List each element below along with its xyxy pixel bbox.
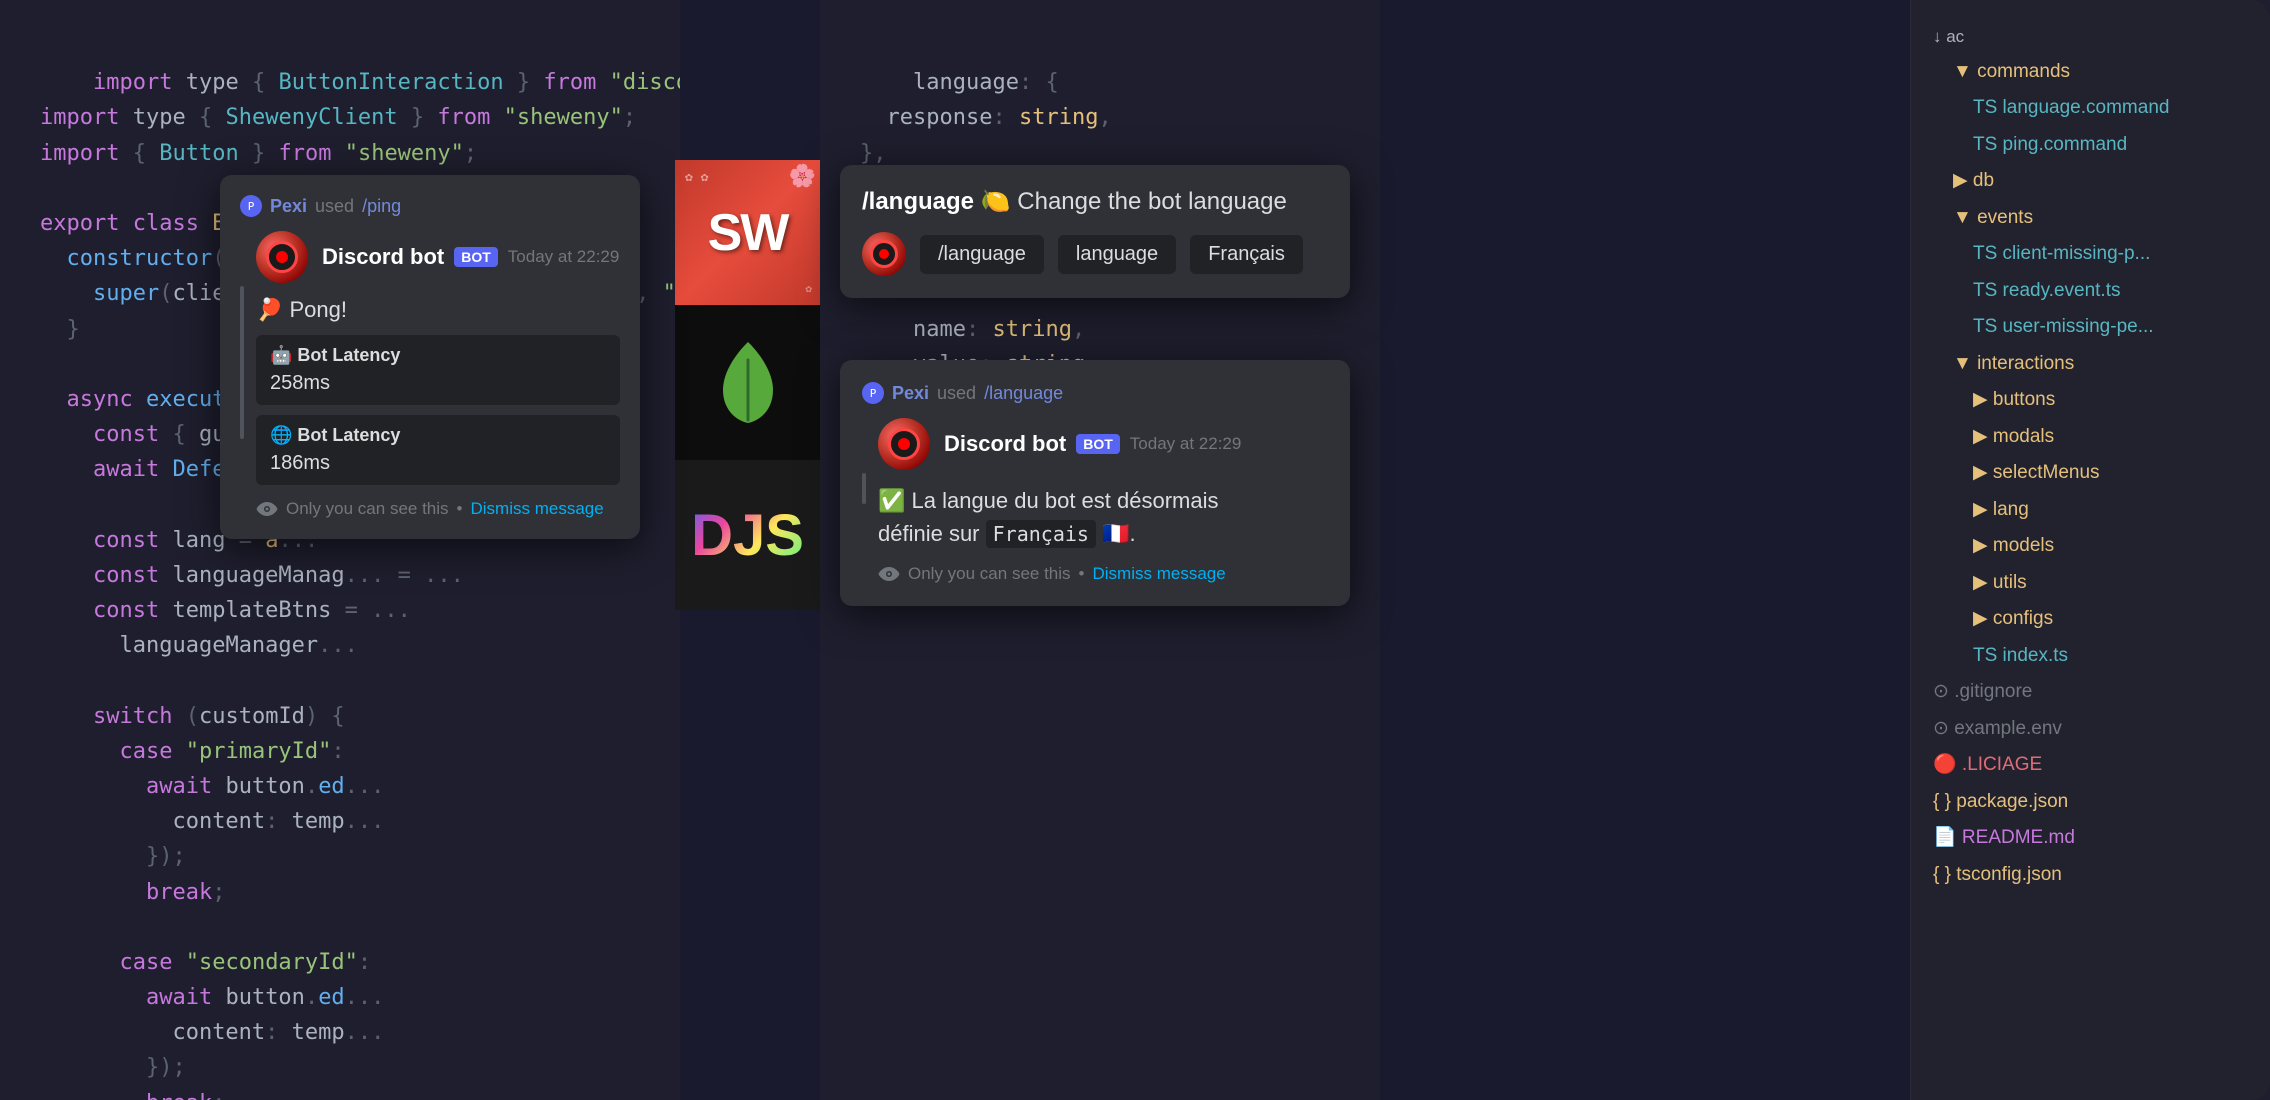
sidebar-item-models[interactable]: ▶ models — [1965, 528, 2256, 565]
lang-message-body: Discord bot BOT Today at 22:29 ✅ La lang… — [862, 418, 1328, 584]
lang-bot-header: Discord bot BOT Today at 22:29 — [878, 418, 1328, 470]
main-container: import type { ButtonInteraction } from "… — [0, 0, 2270, 1100]
sidebar-item-index-ts[interactable]: TS index.ts — [1965, 638, 2256, 675]
sidebar-item-licence[interactable]: 🔴 .LICIAGE — [1925, 747, 2256, 784]
sidebar-item-client-missing[interactable]: TS client-missing-p... — [1965, 236, 2256, 273]
sidebar-item-selectmenus[interactable]: ▶ selectMenus — [1965, 455, 2256, 492]
lang-ephemeral-text: Only you can see this — [908, 564, 1071, 584]
lang-used-command: P Pexi used /language — [862, 382, 1328, 404]
ping-used-command: P Pexi used /ping — [240, 195, 620, 217]
sidebar-item-configs[interactable]: ▶ configs — [1965, 601, 2256, 638]
lang-eye-icon — [878, 566, 900, 582]
language-slash-cmd: /language — [862, 188, 974, 215]
lang-ephemeral-footer: Only you can see this • Dismiss message — [878, 564, 1328, 584]
image-strip: 🌸 SW ✿ ✿ ✿ DJS — [675, 160, 820, 610]
lang-result-text: ✅ La langue du bot est désormais définie… — [878, 484, 1328, 550]
sw-text: SW — [708, 203, 788, 263]
lang-bot-avatar — [878, 418, 930, 470]
ping-command-name: /ping — [362, 196, 401, 217]
lang-separator: • — [1079, 564, 1085, 584]
sidebar-item-buttons[interactable]: ▶ buttons — [1965, 382, 2256, 419]
sidebar-item-readme[interactable]: 📄 README.md — [1925, 820, 2256, 857]
ping-field-2-name: 🌐 Bot Latency — [270, 425, 606, 446]
language-cmd-panel: /language 🍋 Change the bot language /lan… — [840, 165, 1350, 298]
language-bot-avatar-dot — [879, 249, 889, 259]
language-cmd-desc: Change the bot language — [1017, 188, 1287, 215]
sidebar-item-db[interactable]: ▶ db — [1945, 163, 2256, 200]
sidebar-item-ac: ↓ ac — [1925, 20, 2256, 54]
sidebar: ↓ ac ▼ commands TS language.command TS p… — [1910, 0, 2270, 1100]
language-field-value: Français — [1190, 235, 1303, 274]
ping-bot-name-row: Discord bot BOT Today at 22:29 — [322, 244, 619, 270]
lang-command-name: /language — [984, 383, 1063, 404]
language-cmd-fields: /language language Français — [862, 232, 1328, 276]
ping-dismiss-link[interactable]: Dismiss message — [470, 499, 603, 519]
ping-field-1-value: 258ms — [270, 372, 606, 395]
pong-text: 🏓 Pong! — [256, 297, 620, 323]
sidebar-item-modals[interactable]: ▶ modals — [1965, 419, 2256, 456]
ping-bot-time: Today at 22:29 — [508, 247, 620, 267]
djs-image: DJS — [675, 460, 820, 610]
pexi-avatar-small: P — [240, 195, 262, 217]
ping-field-1-name: 🤖 Bot Latency — [270, 345, 606, 366]
language-cmd-emoji: 🍋 — [981, 188, 1018, 215]
sidebar-item-example-env[interactable]: ⊙ example.env — [1925, 711, 2256, 748]
djs-text: DJS — [691, 502, 804, 569]
sidebar-item-utils[interactable]: ▶ utils — [1965, 565, 2256, 602]
ping-bot-avatar-dot — [276, 251, 288, 263]
lang-bot-avatar-dot — [898, 438, 910, 450]
ping-field-2-value: 186ms — [270, 452, 606, 475]
language-field-command: /language — [920, 235, 1044, 274]
ping-chat-panel: P Pexi used /ping Discord bot BOT Today … — [220, 175, 640, 539]
lang-username: Pexi — [892, 383, 929, 404]
sidebar-item-package-json[interactable]: { } package.json — [1925, 784, 2256, 821]
lang-bot-avatar-inner — [888, 428, 920, 460]
lang-code-value: Français — [986, 520, 1096, 548]
lang-bot-name: Discord bot — [944, 431, 1066, 457]
lang-dismiss-link[interactable]: Dismiss message — [1092, 564, 1225, 584]
language-cmd-header: /language 🍋 Change the bot language — [862, 187, 1328, 216]
ping-ephemeral-text: Only you can see this — [286, 499, 449, 519]
language-field-lang: language — [1058, 235, 1176, 274]
language-bot-avatar-inner — [870, 240, 898, 268]
ping-separator: • — [457, 499, 463, 519]
sidebar-item-ping-cmd[interactable]: TS ping.command — [1965, 127, 2256, 164]
sidebar-item-user-missing[interactable]: TS user-missing-pe... — [1965, 309, 2256, 346]
ping-eye-icon — [256, 501, 278, 517]
sidebar-item-commands[interactable]: ▼ commands — [1945, 54, 2256, 91]
ping-bot-name: Discord bot — [322, 244, 444, 270]
ping-bot-badge: BOT — [454, 247, 498, 267]
lang-slash-bar — [862, 473, 866, 504]
mongo-image — [675, 305, 820, 460]
lang-used-text: used — [937, 383, 976, 404]
ping-message-body: Discord bot BOT Today at 22:29 🏓 Pong! 🤖… — [240, 231, 620, 519]
code-panel-left: import type { ButtonInteraction } from "… — [0, 0, 680, 1100]
language-result-panel: P Pexi used /language Discord bot BOT To… — [840, 360, 1350, 606]
lang-flag: 🇫🇷 — [1102, 521, 1129, 546]
ping-ephemeral-footer: Only you can see this • Dismiss message — [256, 499, 620, 519]
mongo-leaf-icon — [718, 340, 778, 425]
sidebar-item-lang[interactable]: ▶ lang — [1965, 492, 2256, 529]
ping-field-1: 🤖 Bot Latency 258ms — [256, 335, 620, 405]
ping-bot-avatar — [256, 231, 308, 283]
language-bot-avatar — [862, 232, 906, 276]
lang-bot-name-row: Discord bot BOT Today at 22:29 — [944, 431, 1241, 457]
sidebar-item-tsconfig[interactable]: { } tsconfig.json — [1925, 857, 2256, 894]
ping-field-2: 🌐 Bot Latency 186ms — [256, 415, 620, 485]
sw-image: 🌸 SW ✿ ✿ ✿ — [675, 160, 820, 305]
lang-bot-badge: BOT — [1076, 434, 1120, 454]
sidebar-item-gitignore[interactable]: ⊙ .gitignore — [1925, 674, 2256, 711]
ping-username: Pexi — [270, 196, 307, 217]
sidebar-item-language-cmd[interactable]: TS language.command — [1965, 90, 2256, 127]
sidebar-item-events[interactable]: ▼ events — [1945, 200, 2256, 237]
lang-bot-time: Today at 22:29 — [1130, 434, 1242, 454]
ping-slash-bar — [240, 286, 244, 439]
sidebar-item-interactions[interactable]: ▼ interactions — [1945, 346, 2256, 383]
ping-used-text: used — [315, 196, 354, 217]
sidebar-item-ready-event[interactable]: TS ready.event.ts — [1965, 273, 2256, 310]
ping-bot-header: Discord bot BOT Today at 22:29 — [256, 231, 620, 283]
pexi-avatar-small-2: P — [862, 382, 884, 404]
ping-bot-avatar-inner — [266, 241, 298, 273]
